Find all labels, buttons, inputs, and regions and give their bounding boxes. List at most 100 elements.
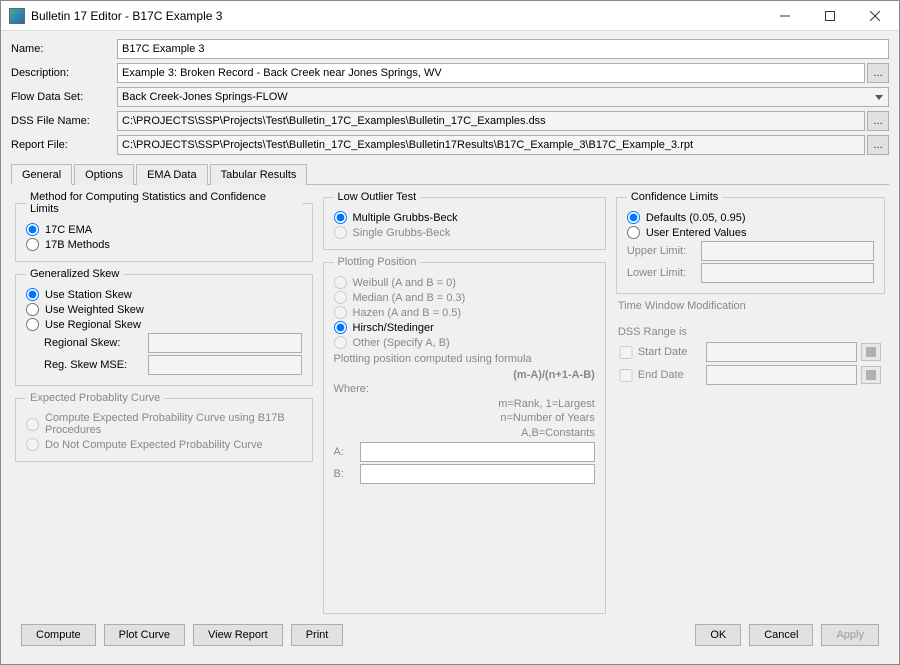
report-file-input — [117, 135, 865, 155]
reg-skew-mse-label: Reg. Skew MSE: — [44, 359, 144, 371]
calendar-icon — [866, 370, 876, 380]
ok-button[interactable]: OK — [695, 624, 741, 646]
radio-other — [334, 336, 347, 349]
lower-limit-label: Lower Limit: — [627, 267, 697, 279]
end-date-input — [706, 365, 857, 385]
radio-median — [334, 291, 347, 304]
flow-data-set-label: Flow Data Set: — [11, 91, 111, 103]
pp-def-ab: A,B=Constants — [334, 426, 595, 440]
radio-17b-methods-label: 17B Methods — [45, 239, 110, 251]
radio-compute-epc-label: Compute Expected Probability Curve using… — [45, 412, 302, 436]
pp-def-m: m=Rank, 1=Largest — [334, 397, 595, 411]
time-window-group: Time Window Modification DSS Range is St… — [616, 300, 885, 392]
dss-range-label: DSS Range is — [618, 326, 883, 338]
low-outlier-test-group: Low Outlier Test Multiple Grubbs-Beck Si… — [323, 191, 606, 250]
view-report-button[interactable]: View Report — [193, 624, 283, 646]
dss-file-browse-button[interactable]: … — [867, 111, 889, 131]
radio-defaults[interactable] — [627, 211, 640, 224]
reg-skew-mse-input — [148, 355, 302, 375]
maximize-button[interactable] — [807, 2, 852, 30]
radio-single-grubbs-beck — [334, 226, 347, 239]
pp-where: Where: — [334, 383, 595, 395]
check-start-date — [618, 346, 634, 359]
close-icon — [870, 11, 880, 21]
end-date-picker-button — [861, 366, 881, 384]
pp-def-n: n=Number of Years — [334, 411, 595, 425]
minimize-button[interactable] — [762, 2, 807, 30]
start-date-picker-button — [861, 343, 881, 361]
lot-legend: Low Outlier Test — [334, 191, 421, 203]
minimize-icon — [780, 11, 790, 21]
description-browse-button[interactable]: … — [867, 63, 889, 83]
ellipsis-icon: … — [873, 116, 883, 127]
pp-b-label: B: — [334, 468, 356, 480]
pp-formula: (m-A)/(n+1-A-B) — [334, 369, 595, 381]
tw-legend: Time Window Modification — [618, 300, 746, 312]
maximize-icon — [825, 11, 835, 21]
print-button[interactable]: Print — [291, 624, 344, 646]
epc-legend: Expected Probablity Curve — [26, 392, 164, 404]
plot-curve-button[interactable]: Plot Curve — [104, 624, 185, 646]
flow-data-set-select[interactable] — [117, 87, 889, 107]
start-date-label: Start Date — [638, 346, 702, 358]
radio-compute-epc — [26, 418, 39, 431]
radio-hirsch-stedinger-label: Hirsch/Stedinger — [353, 322, 434, 334]
name-label: Name: — [11, 43, 111, 55]
radio-user-values-label: User Entered Values — [646, 227, 747, 239]
radio-hazen-label: Hazen (A and B = 0.5) — [353, 307, 462, 319]
radio-multiple-grubbs-beck-label: Multiple Grubbs-Beck — [353, 212, 458, 224]
bottom-bar: Compute Plot Curve View Report Print OK … — [11, 618, 889, 656]
radio-station-skew[interactable] — [26, 288, 39, 301]
radio-hirsch-stedinger[interactable] — [334, 321, 347, 334]
radio-weibull-label: Weibull (A and B = 0) — [353, 277, 456, 289]
apply-button: Apply — [821, 624, 879, 646]
dss-file-name-label: DSS File Name: — [11, 115, 111, 127]
ellipsis-icon: … — [873, 140, 883, 151]
radio-single-grubbs-beck-label: Single Grubbs-Beck — [353, 227, 451, 239]
radio-weighted-skew-label: Use Weighted Skew — [45, 304, 144, 316]
radio-weibull — [334, 276, 347, 289]
skew-legend: Generalized Skew — [26, 268, 123, 280]
upper-limit-label: Upper Limit: — [627, 245, 697, 257]
radio-multiple-grubbs-beck[interactable] — [334, 211, 347, 224]
close-button[interactable] — [852, 2, 897, 30]
window-title: Bulletin 17 Editor - B17C Example 3 — [31, 9, 762, 23]
radio-hazen — [334, 306, 347, 319]
dss-file-name-input — [117, 111, 865, 131]
pp-formula-intro: Plotting position computed using formula — [334, 353, 595, 365]
radio-regional-skew[interactable] — [26, 318, 39, 331]
name-input[interactable] — [117, 39, 889, 59]
regional-skew-input — [148, 333, 302, 353]
radio-weighted-skew[interactable] — [26, 303, 39, 316]
tab-general[interactable]: General — [11, 164, 72, 185]
tab-ema-data[interactable]: EMA Data — [136, 164, 208, 185]
radio-user-values[interactable] — [627, 226, 640, 239]
end-date-label: End Date — [638, 369, 702, 381]
plotting-position-group: Plotting Position Weibull (A and B = 0) … — [323, 256, 606, 614]
compute-button[interactable]: Compute — [21, 624, 96, 646]
radio-17b-methods[interactable] — [26, 238, 39, 251]
report-file-label: Report File: — [11, 139, 111, 151]
pp-legend: Plotting Position — [334, 256, 421, 268]
window: Bulletin 17 Editor - B17C Example 3 Name… — [0, 0, 900, 665]
start-date-input — [706, 342, 857, 362]
cancel-button[interactable]: Cancel — [749, 624, 813, 646]
description-label: Description: — [11, 67, 111, 79]
pp-a-label: A: — [334, 446, 356, 458]
description-input[interactable] — [117, 63, 865, 83]
pp-a-input — [360, 442, 595, 462]
report-file-browse-button[interactable]: … — [867, 135, 889, 155]
pp-b-input — [360, 464, 595, 484]
method-group: Method for Computing Statistics and Conf… — [15, 191, 313, 262]
radio-regional-skew-label: Use Regional Skew — [45, 319, 141, 331]
radio-17c-ema[interactable] — [26, 223, 39, 236]
titlebar: Bulletin 17 Editor - B17C Example 3 — [1, 1, 899, 31]
radio-no-compute-epc — [26, 438, 39, 451]
radio-no-compute-epc-label: Do Not Compute Expected Probability Curv… — [45, 439, 263, 451]
app-icon — [9, 8, 25, 24]
tab-tabular-results[interactable]: Tabular Results — [210, 164, 308, 185]
method-legend: Method for Computing Statistics and Conf… — [26, 191, 302, 215]
radio-other-label: Other (Specify A, B) — [353, 337, 450, 349]
tab-options[interactable]: Options — [74, 164, 134, 185]
radio-17c-ema-label: 17C EMA — [45, 224, 92, 236]
